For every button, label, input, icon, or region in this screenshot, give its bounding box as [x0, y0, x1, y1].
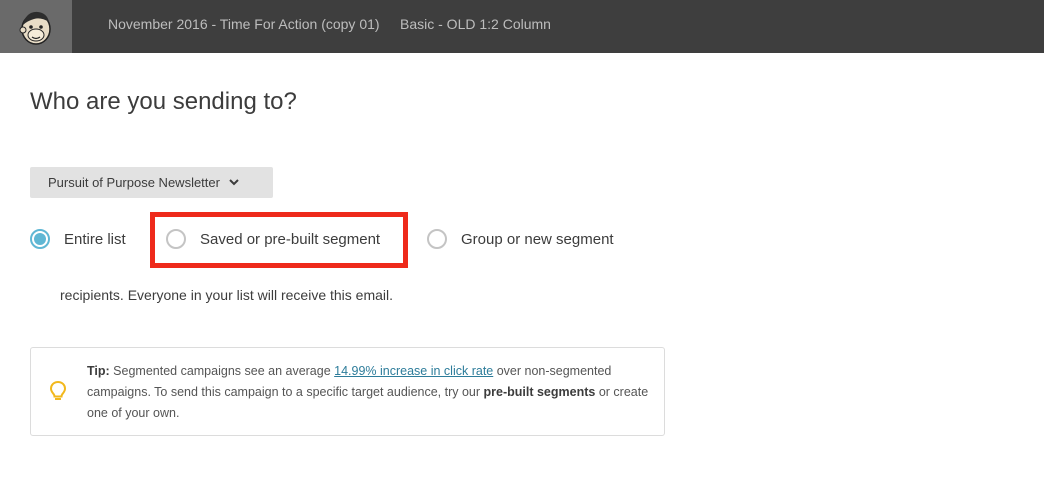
radio-entire-list[interactable]: Entire list [30, 229, 126, 249]
list-select-label: Pursuit of Purpose Newsletter [48, 175, 220, 190]
pre-built-segments-text: pre-built segments [483, 385, 596, 399]
recipients-summary: recipients. Everyone in your list will r… [60, 287, 394, 303]
click-rate-link[interactable]: 14.99% increase in click rate [334, 364, 493, 378]
chevron-down-icon [229, 179, 239, 186]
tip-text-before-link: Segmented campaigns see an average [109, 364, 335, 378]
radio-label-group-segment: Group or new segment [461, 230, 614, 248]
lightbulb-icon [49, 380, 67, 407]
template-name[interactable]: Basic - OLD 1:2 Column [400, 16, 551, 32]
mailchimp-logo-icon[interactable] [0, 0, 72, 53]
page-title: Who are you sending to? [30, 88, 297, 115]
tip-text: Tip: Segmented campaigns see an average … [87, 361, 653, 424]
highlight-annotation [150, 212, 408, 268]
tip-panel: Tip: Segmented campaigns see an average … [30, 347, 665, 436]
tip-label: Tip: [87, 364, 110, 378]
radio-button[interactable] [427, 229, 447, 249]
radio-label-entire-list: Entire list [64, 230, 126, 248]
campaign-title[interactable]: November 2016 - Time For Action (copy 01… [108, 16, 380, 32]
top-bar: November 2016 - Time For Action (copy 01… [0, 0, 1044, 53]
list-select-dropdown[interactable]: Pursuit of Purpose Newsletter [30, 167, 273, 198]
radio-group-segment[interactable]: Group or new segment [427, 229, 614, 249]
radio-button-checked[interactable] [30, 229, 50, 249]
